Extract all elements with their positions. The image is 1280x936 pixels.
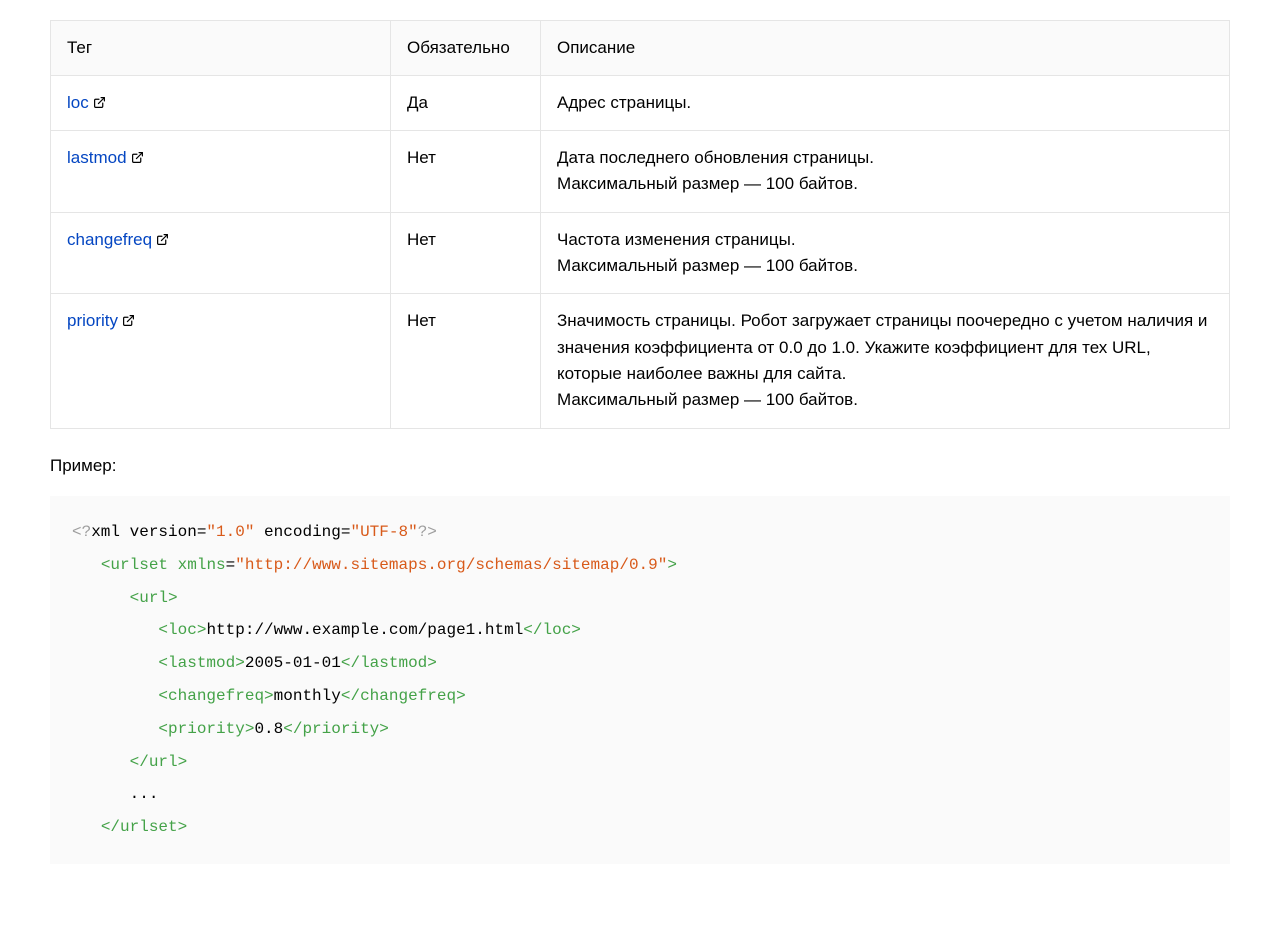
xmlns-value: http://www.sitemaps.org/schemas/sitemap/… bbox=[245, 556, 658, 574]
tag-cell: changefreq bbox=[51, 212, 391, 294]
tag-cell: priority bbox=[51, 294, 391, 428]
lastmod-value: 2005-01-01 bbox=[245, 654, 341, 672]
required-cell: Нет bbox=[391, 130, 541, 212]
description-cell: Значимость страницы. Робот загружает стр… bbox=[541, 294, 1230, 428]
external-link-icon bbox=[156, 233, 169, 246]
table-row: priority НетЗначимость страницы. Робот за… bbox=[51, 294, 1230, 428]
desc-line: Значимость страницы. Робот загружает стр… bbox=[557, 311, 1207, 383]
desc-line: Максимальный размер — 100 байтов. bbox=[557, 390, 858, 409]
tag-cell: lastmod bbox=[51, 130, 391, 212]
external-link-icon bbox=[122, 314, 135, 327]
tag-link-loc[interactable]: loc bbox=[67, 93, 89, 112]
required-cell: Да bbox=[391, 75, 541, 130]
desc-line: Адрес страницы. bbox=[557, 93, 691, 112]
desc-line: Дата последнего обновления страницы. bbox=[557, 148, 874, 167]
table-row: changefreqНетЧастота изменения страницы.… bbox=[51, 212, 1230, 294]
description-cell: Частота изменения страницы. Максимальный … bbox=[541, 212, 1230, 294]
description-cell: Адрес страницы. bbox=[541, 75, 1230, 130]
tag-reference-table: Тег Обязательно Описание loc Да Адрес стра… bbox=[50, 20, 1230, 429]
required-cell: Нет bbox=[391, 212, 541, 294]
table-row: lastmodНетДата последнего обновления стр… bbox=[51, 130, 1230, 212]
desc-line: Максимальный размер — 100 байтов. bbox=[557, 174, 858, 193]
header-description: Описание bbox=[541, 21, 1230, 76]
tag-link-changefreq[interactable]: changefreq bbox=[67, 230, 152, 249]
desc-line: Максимальный размер — 100 байтов. bbox=[557, 256, 858, 275]
loc-value: http://www.example.com/page1.html bbox=[206, 621, 523, 639]
table-header-row: Тег Обязательно Описание bbox=[51, 21, 1230, 76]
code-example-block: <?xml version="1.0" encoding="UTF-8"?> <… bbox=[50, 496, 1230, 864]
desc-line: Частота изменения страницы. bbox=[557, 230, 796, 249]
header-tag: Тег bbox=[51, 21, 391, 76]
external-link-icon bbox=[93, 96, 106, 109]
external-link-icon bbox=[131, 151, 144, 164]
priority-value: 0.8 bbox=[254, 720, 283, 738]
required-cell: Нет bbox=[391, 294, 541, 428]
tag-cell: loc bbox=[51, 75, 391, 130]
description-cell: Дата последнего обновления страницы. Макс… bbox=[541, 130, 1230, 212]
tag-link-lastmod[interactable]: lastmod bbox=[67, 148, 127, 167]
example-heading: Пример: bbox=[50, 453, 1230, 479]
header-required: Обязательно bbox=[391, 21, 541, 76]
table-row: loc Да Адрес страницы. bbox=[51, 75, 1230, 130]
tag-link-priority[interactable]: priority bbox=[67, 311, 118, 330]
changefreq-value: monthly bbox=[274, 687, 341, 705]
xml-version-value: 1.0 bbox=[216, 523, 245, 541]
xml-encoding-value: UTF-8 bbox=[360, 523, 408, 541]
